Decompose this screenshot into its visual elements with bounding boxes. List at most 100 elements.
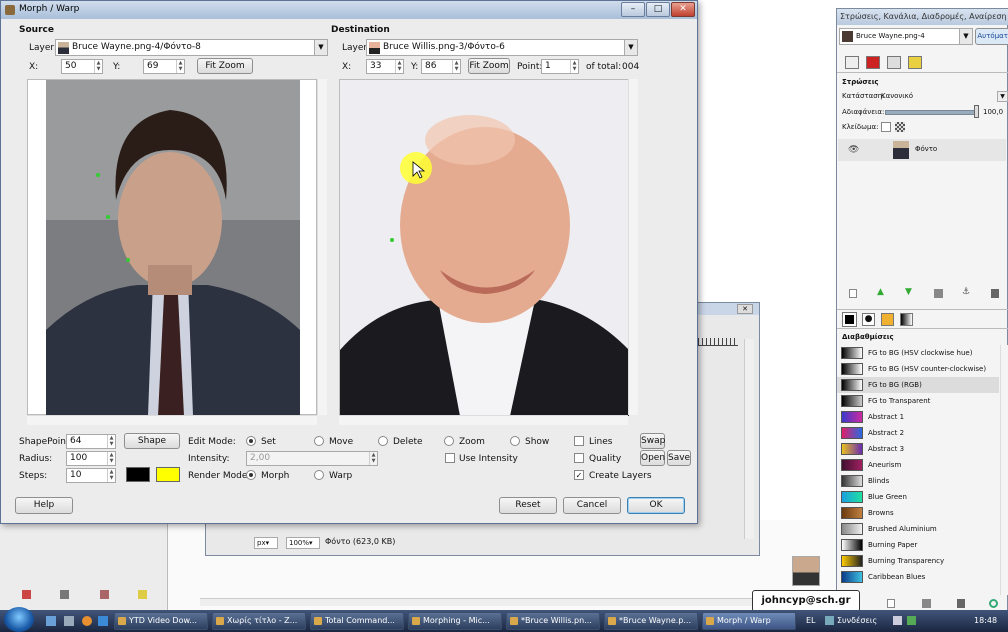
explorer-icon[interactable] xyxy=(98,616,108,626)
spin-arrows-icon[interactable]: ▲ ▼ xyxy=(452,60,460,73)
new-layer-icon[interactable] xyxy=(849,289,857,298)
save-button[interactable]: Save xyxy=(667,450,691,466)
bg-color-swatch[interactable] xyxy=(156,467,180,482)
edit-mode-zoom-radio[interactable] xyxy=(444,436,454,446)
edit-mode-delete-radio[interactable] xyxy=(378,436,388,446)
opacity-slider[interactable] xyxy=(885,110,977,115)
fg-color-swatch[interactable] xyxy=(126,467,150,482)
source-fit-zoom-button[interactable]: Fit Zoom xyxy=(197,58,253,74)
tray-label[interactable]: Συνδέσεις xyxy=(837,616,877,625)
undo-history-tab-icon[interactable] xyxy=(908,56,922,69)
gradient-row[interactable]: Browns xyxy=(837,505,999,521)
steps-input[interactable]: 10 ▲ ▼ xyxy=(66,468,116,483)
safety-remove-icon[interactable] xyxy=(907,616,916,625)
gradient-row[interactable]: FG to Transparent xyxy=(837,393,999,409)
render-mode-warp-radio[interactable] xyxy=(314,470,324,480)
gradient-row[interactable]: FG to BG (HSV clockwise hue) xyxy=(837,345,999,361)
destination-y-input[interactable]: 86 ▲ ▼ xyxy=(421,59,461,74)
destination-fit-zoom-button[interactable]: Fit Zoom xyxy=(468,58,510,74)
gradient-row[interactable]: Abstract 3 xyxy=(837,441,999,457)
edit-mode-show-label[interactable]: Show xyxy=(525,437,549,447)
edit-mode-show-radio[interactable] xyxy=(510,436,520,446)
help-button[interactable]: Help xyxy=(15,497,73,514)
image-select[interactable]: Bruce Wayne.png-4 ▼ xyxy=(839,28,973,45)
pattern-tab-icon[interactable] xyxy=(881,313,894,326)
gradient-row[interactable]: Burning Paper xyxy=(837,537,999,553)
gradient-row[interactable]: Blinds xyxy=(837,473,999,489)
spin-arrows-icon[interactable]: ▲ ▼ xyxy=(94,60,102,73)
spin-arrows-icon[interactable]: ▲ ▼ xyxy=(395,60,403,73)
use-intensity-checkbox[interactable] xyxy=(445,453,455,463)
zoom-select[interactable]: 100%▾ xyxy=(286,537,320,549)
render-mode-warp-label[interactable]: Warp xyxy=(329,471,352,481)
render-mode-morph-label[interactable]: Morph xyxy=(261,471,289,481)
volume-icon[interactable] xyxy=(893,616,902,625)
delete-layer-icon[interactable] xyxy=(991,289,999,298)
switch-windows-icon[interactable] xyxy=(64,616,74,626)
spin-arrows-icon[interactable]: ▲ ▼ xyxy=(570,60,578,73)
spin-arrows-icon[interactable]: ▲ ▼ xyxy=(176,60,184,73)
edit-mode-delete-label[interactable]: Delete xyxy=(393,437,423,447)
delete-gradient-icon[interactable] xyxy=(957,599,965,608)
duplicate-gradient-icon[interactable] xyxy=(922,599,931,608)
fg-bg-tab-icon[interactable] xyxy=(842,312,857,327)
taskbar-item[interactable]: *Bruce Willis.pn... xyxy=(506,612,600,630)
layer-name[interactable]: Φόντο xyxy=(915,145,937,153)
unit-select[interactable]: px▾ xyxy=(254,537,278,549)
close-icon[interactable]: ✕ xyxy=(737,304,753,314)
edit-mode-set-radio[interactable] xyxy=(246,436,256,446)
destination-layer-select[interactable]: Bruce Willis.png-3/Φόντο-6 ▼ xyxy=(366,39,638,56)
anchor-layer-icon[interactable]: ⚓ xyxy=(962,287,970,297)
edit-mode-move-label[interactable]: Move xyxy=(329,437,353,447)
source-y-input[interactable]: 69 ▲ ▼ xyxy=(143,59,185,74)
destination-x-input[interactable]: 33 ▲ ▼ xyxy=(366,59,404,74)
background-scrollbar[interactable] xyxy=(200,598,830,606)
auto-button[interactable]: Αυτόματα xyxy=(975,28,1008,45)
taskbar-item[interactable]: Morphing - Mic... xyxy=(408,612,502,630)
gradient-row[interactable]: Abstract 2 xyxy=(837,425,999,441)
gradient-row[interactable]: Aneurism xyxy=(837,457,999,473)
radius-input[interactable]: 100 ▲ ▼ xyxy=(66,451,116,466)
taskbar-item[interactable]: YTD Video Dow... xyxy=(114,612,208,630)
destination-vscroll[interactable] xyxy=(628,79,638,415)
clock[interactable]: 18:48 xyxy=(974,616,997,625)
gradient-row[interactable]: Burning Transparency xyxy=(837,553,999,569)
source-preview[interactable] xyxy=(27,79,317,416)
opacity-value[interactable]: 100,0 xyxy=(983,108,1003,116)
gradient-row[interactable]: Blue Green xyxy=(837,489,999,505)
maximize-button[interactable]: □ xyxy=(646,2,670,17)
spin-arrows-icon[interactable]: ▲ ▼ xyxy=(369,452,377,465)
create-layers-label[interactable]: Create Layers xyxy=(589,471,652,481)
paths-tab-icon[interactable] xyxy=(887,56,901,69)
render-mode-morph-radio[interactable] xyxy=(246,470,256,480)
gradient-row[interactable]: Brushed Aluminium xyxy=(837,521,999,537)
minimize-button[interactable]: – xyxy=(621,2,645,17)
eye-icon[interactable]: 👁 xyxy=(848,145,859,155)
create-layers-checkbox[interactable]: ✓ xyxy=(574,470,584,480)
new-gradient-icon[interactable] xyxy=(887,599,895,608)
intensity-input[interactable]: 2,00 ▲ ▼ xyxy=(246,451,378,466)
gradient-tab-icon[interactable] xyxy=(900,313,913,326)
channels-tab-icon[interactable] xyxy=(866,56,880,69)
open-button[interactable]: Open xyxy=(640,450,665,466)
save-icon[interactable] xyxy=(60,590,69,599)
gradient-row[interactable]: Abstract 1 xyxy=(837,409,999,425)
show-desktop-icon[interactable] xyxy=(46,616,56,626)
source-layer-select[interactable]: Bruce Wayne.png-4/Φόντο-8 ▼ xyxy=(55,39,328,56)
taskbar-item[interactable]: *Bruce Wayne.p... xyxy=(604,612,698,630)
layers-tab-icon[interactable] xyxy=(845,56,859,69)
reset-button[interactable]: Reset xyxy=(499,497,557,514)
taskbar-item[interactable]: Χωρίς τίτλο - Z... xyxy=(212,612,306,630)
source-x-input[interactable]: 50 ▲ ▼ xyxy=(61,59,103,74)
mode-value[interactable]: Κανονικό xyxy=(881,92,913,100)
folder-icon[interactable] xyxy=(138,590,147,599)
gradient-row[interactable]: FG to BG (RGB) xyxy=(837,377,999,393)
layer-row[interactable]: 👁 Φόντο xyxy=(838,139,1006,161)
lock-alpha-icon[interactable] xyxy=(895,122,905,132)
opacity-slider-handle[interactable] xyxy=(974,105,979,118)
cancel-button[interactable]: Cancel xyxy=(563,497,621,514)
shapepoints-input[interactable]: 64 ▲ ▼ xyxy=(66,434,116,449)
mode-dropdown-icon[interactable]: ▼ xyxy=(997,91,1008,102)
destination-preview[interactable] xyxy=(339,79,629,416)
lines-checkbox[interactable] xyxy=(574,436,584,446)
